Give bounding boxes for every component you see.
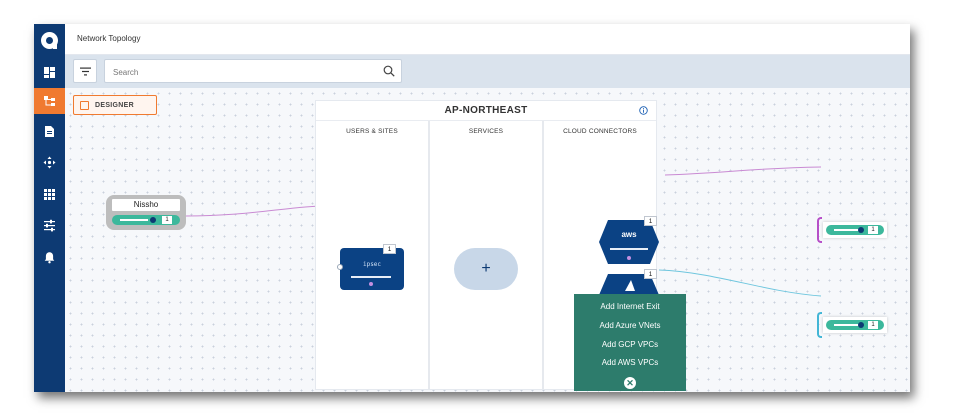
add-cloud-menu: Add Internet Exit Add Azure VNets Add GC… xyxy=(574,294,686,391)
device-count: 1 xyxy=(868,321,878,329)
sidebar-item-documents[interactable] xyxy=(34,118,65,144)
sidebar xyxy=(34,24,65,392)
add-service-button[interactable]: + xyxy=(454,248,518,290)
site-port xyxy=(337,264,343,270)
ipsec-logo: ipsec xyxy=(362,261,382,268)
edge-node[interactable]: Nissho 1 xyxy=(106,195,186,230)
toolbar xyxy=(65,55,910,88)
sidebar-item-dashboard[interactable] xyxy=(34,59,65,85)
search-box xyxy=(104,59,402,83)
device-knob xyxy=(858,227,864,233)
aws-status-dot xyxy=(627,256,631,260)
site-status-bar xyxy=(351,276,391,278)
aws-connector-node[interactable]: aws 1 xyxy=(598,216,660,265)
page-title: Network Topology xyxy=(77,34,141,43)
menu-close-button[interactable]: ✕ xyxy=(624,377,636,389)
bell-icon xyxy=(44,251,55,263)
device-knob xyxy=(150,217,156,223)
aws-status-bar xyxy=(610,248,648,250)
site-node-ipsec[interactable]: 1 ipsec xyxy=(337,244,404,290)
connector-node-2[interactable]: 1 xyxy=(817,312,889,340)
connector-node-1[interactable]: 1 xyxy=(817,217,889,245)
device-count: 1 xyxy=(162,216,172,224)
region-title: AP-NORTHEAST xyxy=(444,105,528,116)
sidebar-item-settings[interactable] xyxy=(34,212,65,238)
site-count-badge: 1 xyxy=(383,244,396,254)
column-header: USERS & SITES xyxy=(346,128,398,135)
menu-item-add-aws-vpcs[interactable]: Add AWS VPCs xyxy=(574,358,686,367)
plus-icon: + xyxy=(481,260,491,277)
topology-icon xyxy=(44,95,55,106)
apps-grid-icon xyxy=(44,188,55,200)
edge-node-label: Nissho xyxy=(112,199,180,211)
column-header: CLOUD CONNECTORS xyxy=(563,128,637,135)
aws-logo: aws xyxy=(621,230,637,239)
sliders-icon xyxy=(44,219,55,231)
aws-to-connector-link xyxy=(664,166,822,176)
sidebar-item-move[interactable] xyxy=(34,149,65,175)
aws-count-badge: 1 xyxy=(644,216,657,226)
connector-device: 1 xyxy=(826,225,884,235)
azure-connector-node[interactable]: 1 xyxy=(598,269,660,295)
info-icon[interactable] xyxy=(639,106,648,115)
menu-item-add-azure-vnets[interactable]: Add Azure VNets xyxy=(574,321,686,330)
device-bar xyxy=(120,219,148,221)
document-icon xyxy=(45,125,54,137)
page-header: Network Topology xyxy=(65,24,910,55)
sidebar-item-topology[interactable] xyxy=(34,88,65,114)
menu-item-add-internet-exit[interactable]: Add Internet Exit xyxy=(574,302,686,311)
connector-device: 1 xyxy=(826,320,884,330)
azure-to-connector-link xyxy=(658,269,822,297)
app-logo[interactable] xyxy=(41,32,58,49)
app-window: Network Topology DESIGNER AP-NORTHEAST xyxy=(34,24,910,392)
connector-bracket xyxy=(817,217,822,243)
sidebar-item-alerts[interactable] xyxy=(34,244,65,270)
filter-button[interactable] xyxy=(73,59,97,83)
sidebar-item-apps[interactable] xyxy=(34,181,65,207)
column-header: SERVICES xyxy=(468,128,504,135)
edge-device: 1 xyxy=(112,215,180,225)
search-input[interactable] xyxy=(111,64,375,80)
search-icon[interactable] xyxy=(383,65,395,77)
topology-canvas[interactable]: DESIGNER AP-NORTHEAST USERS & SITES SERV… xyxy=(65,88,910,392)
device-count: 1 xyxy=(868,226,878,234)
menu-item-add-gcp-vpcs[interactable]: Add GCP VPCs xyxy=(574,340,686,349)
site-status-dot xyxy=(369,282,373,286)
connector-bracket xyxy=(817,312,822,338)
dashboard-icon xyxy=(44,66,55,78)
move-icon xyxy=(43,156,56,168)
azure-count-badge: 1 xyxy=(644,269,657,279)
filter-icon xyxy=(79,67,91,75)
device-knob xyxy=(858,322,864,328)
